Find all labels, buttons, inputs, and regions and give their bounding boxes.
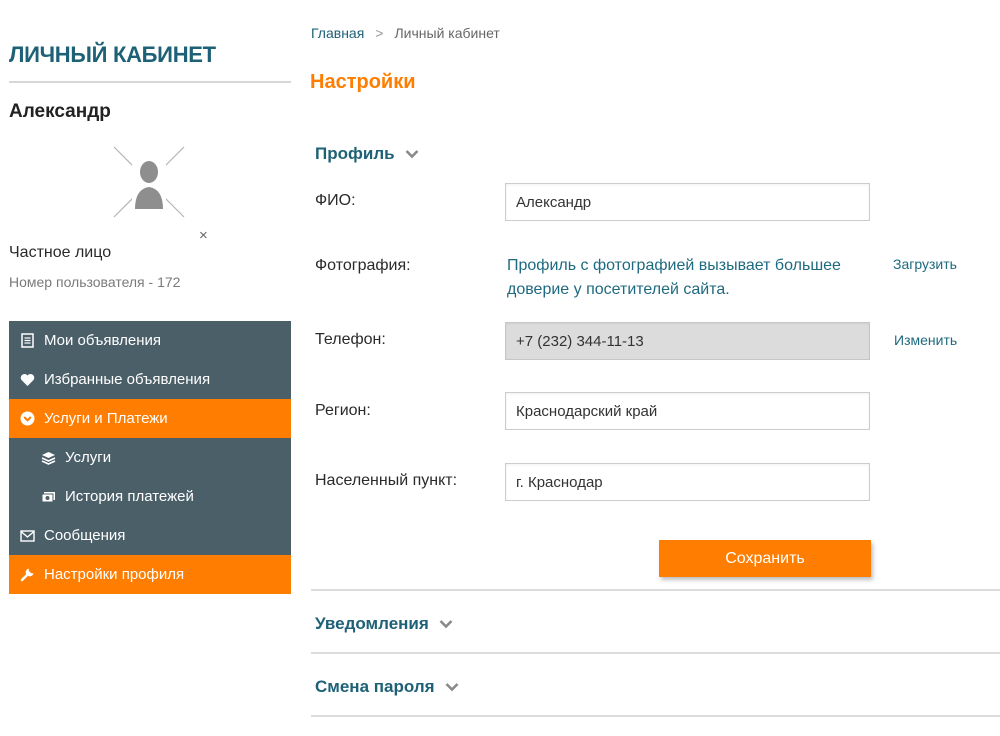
layers-icon	[40, 450, 56, 466]
chevron-circle-icon	[19, 411, 35, 427]
section-password-header[interactable]: Смена пароля	[315, 677, 459, 697]
region-field[interactable]	[505, 392, 870, 430]
menu-item-label: Избранные объявления	[44, 371, 211, 388]
menu-item-services[interactable]: Услуги	[9, 438, 291, 477]
menu-item-messages[interactable]: Сообщения	[9, 516, 291, 555]
region-label: Регион:	[315, 402, 371, 419]
city-field[interactable]	[505, 463, 870, 501]
save-button[interactable]: Сохранить	[659, 540, 871, 577]
section-divider	[311, 589, 1000, 591]
document-icon	[19, 333, 35, 349]
phone-label: Телефон:	[315, 331, 386, 348]
phone-field	[505, 322, 870, 360]
chevron-down-icon	[439, 620, 453, 629]
menu-item-label: История платежей	[65, 488, 194, 505]
avatar-placeholder-icon[interactable]	[112, 145, 186, 219]
menu-item-services-payments[interactable]: Услуги и Платежи	[9, 399, 291, 438]
menu-item-label: Услуги и Платежи	[44, 410, 168, 427]
breadcrumb: Главная > Личный кабинет	[311, 25, 500, 41]
city-label: Населенный пункт:	[315, 472, 458, 489]
cabinet-title: ЛИЧНЫЙ КАБИНЕТ	[9, 42, 216, 67]
section-title: Смена пароля	[315, 677, 435, 696]
cabinet-title-divider	[9, 81, 291, 83]
section-notifications-header[interactable]: Уведомления	[315, 614, 453, 634]
section-profile-header[interactable]: Профиль	[315, 144, 419, 164]
chevron-down-icon	[405, 150, 418, 159]
section-title: Уведомления	[315, 614, 429, 633]
envelope-icon	[19, 528, 35, 544]
user-type: Частное лицо	[9, 244, 112, 261]
menu-item-label: Настройки профиля	[44, 566, 185, 583]
fio-label: ФИО:	[315, 192, 356, 209]
wrench-icon	[19, 567, 35, 583]
money-icon	[40, 489, 56, 505]
fio-field[interactable]	[505, 183, 870, 221]
change-phone-link[interactable]: Изменить	[894, 332, 957, 348]
menu-item-label: Услуги	[65, 449, 112, 466]
menu-item-payment-history[interactable]: История платежей	[9, 477, 291, 516]
heart-icon	[19, 372, 35, 388]
breadcrumb-home-link[interactable]: Главная	[311, 25, 364, 41]
user-name: Александр	[9, 101, 111, 122]
menu-item-label: Мои объявления	[44, 332, 161, 349]
page-title: Настройки	[310, 71, 416, 93]
chevron-down-icon	[445, 683, 458, 692]
menu-item-label: Сообщения	[44, 527, 126, 544]
menu-item-favorites[interactable]: Избранные объявления	[9, 360, 291, 399]
photo-note: Профиль с фотографией вызывает большее д…	[507, 257, 841, 298]
sidebar-menu: Мои объявления Избранные объявления Услу…	[9, 321, 291, 594]
section-divider	[311, 652, 1000, 654]
menu-item-profile-settings[interactable]: Настройки профиля	[9, 555, 291, 594]
menu-item-my-ads[interactable]: Мои объявления	[9, 321, 291, 360]
user-id: Номер пользователя - 172	[9, 274, 181, 290]
breadcrumb-current: Личный кабинет	[394, 25, 500, 41]
section-title: Профиль	[315, 144, 395, 163]
section-divider	[311, 715, 1000, 717]
remove-avatar-button[interactable]: ×	[199, 227, 208, 244]
breadcrumb-separator: >	[375, 25, 384, 41]
upload-photo-link[interactable]: Загрузить	[893, 256, 957, 272]
photo-label: Фотография:	[315, 257, 411, 274]
